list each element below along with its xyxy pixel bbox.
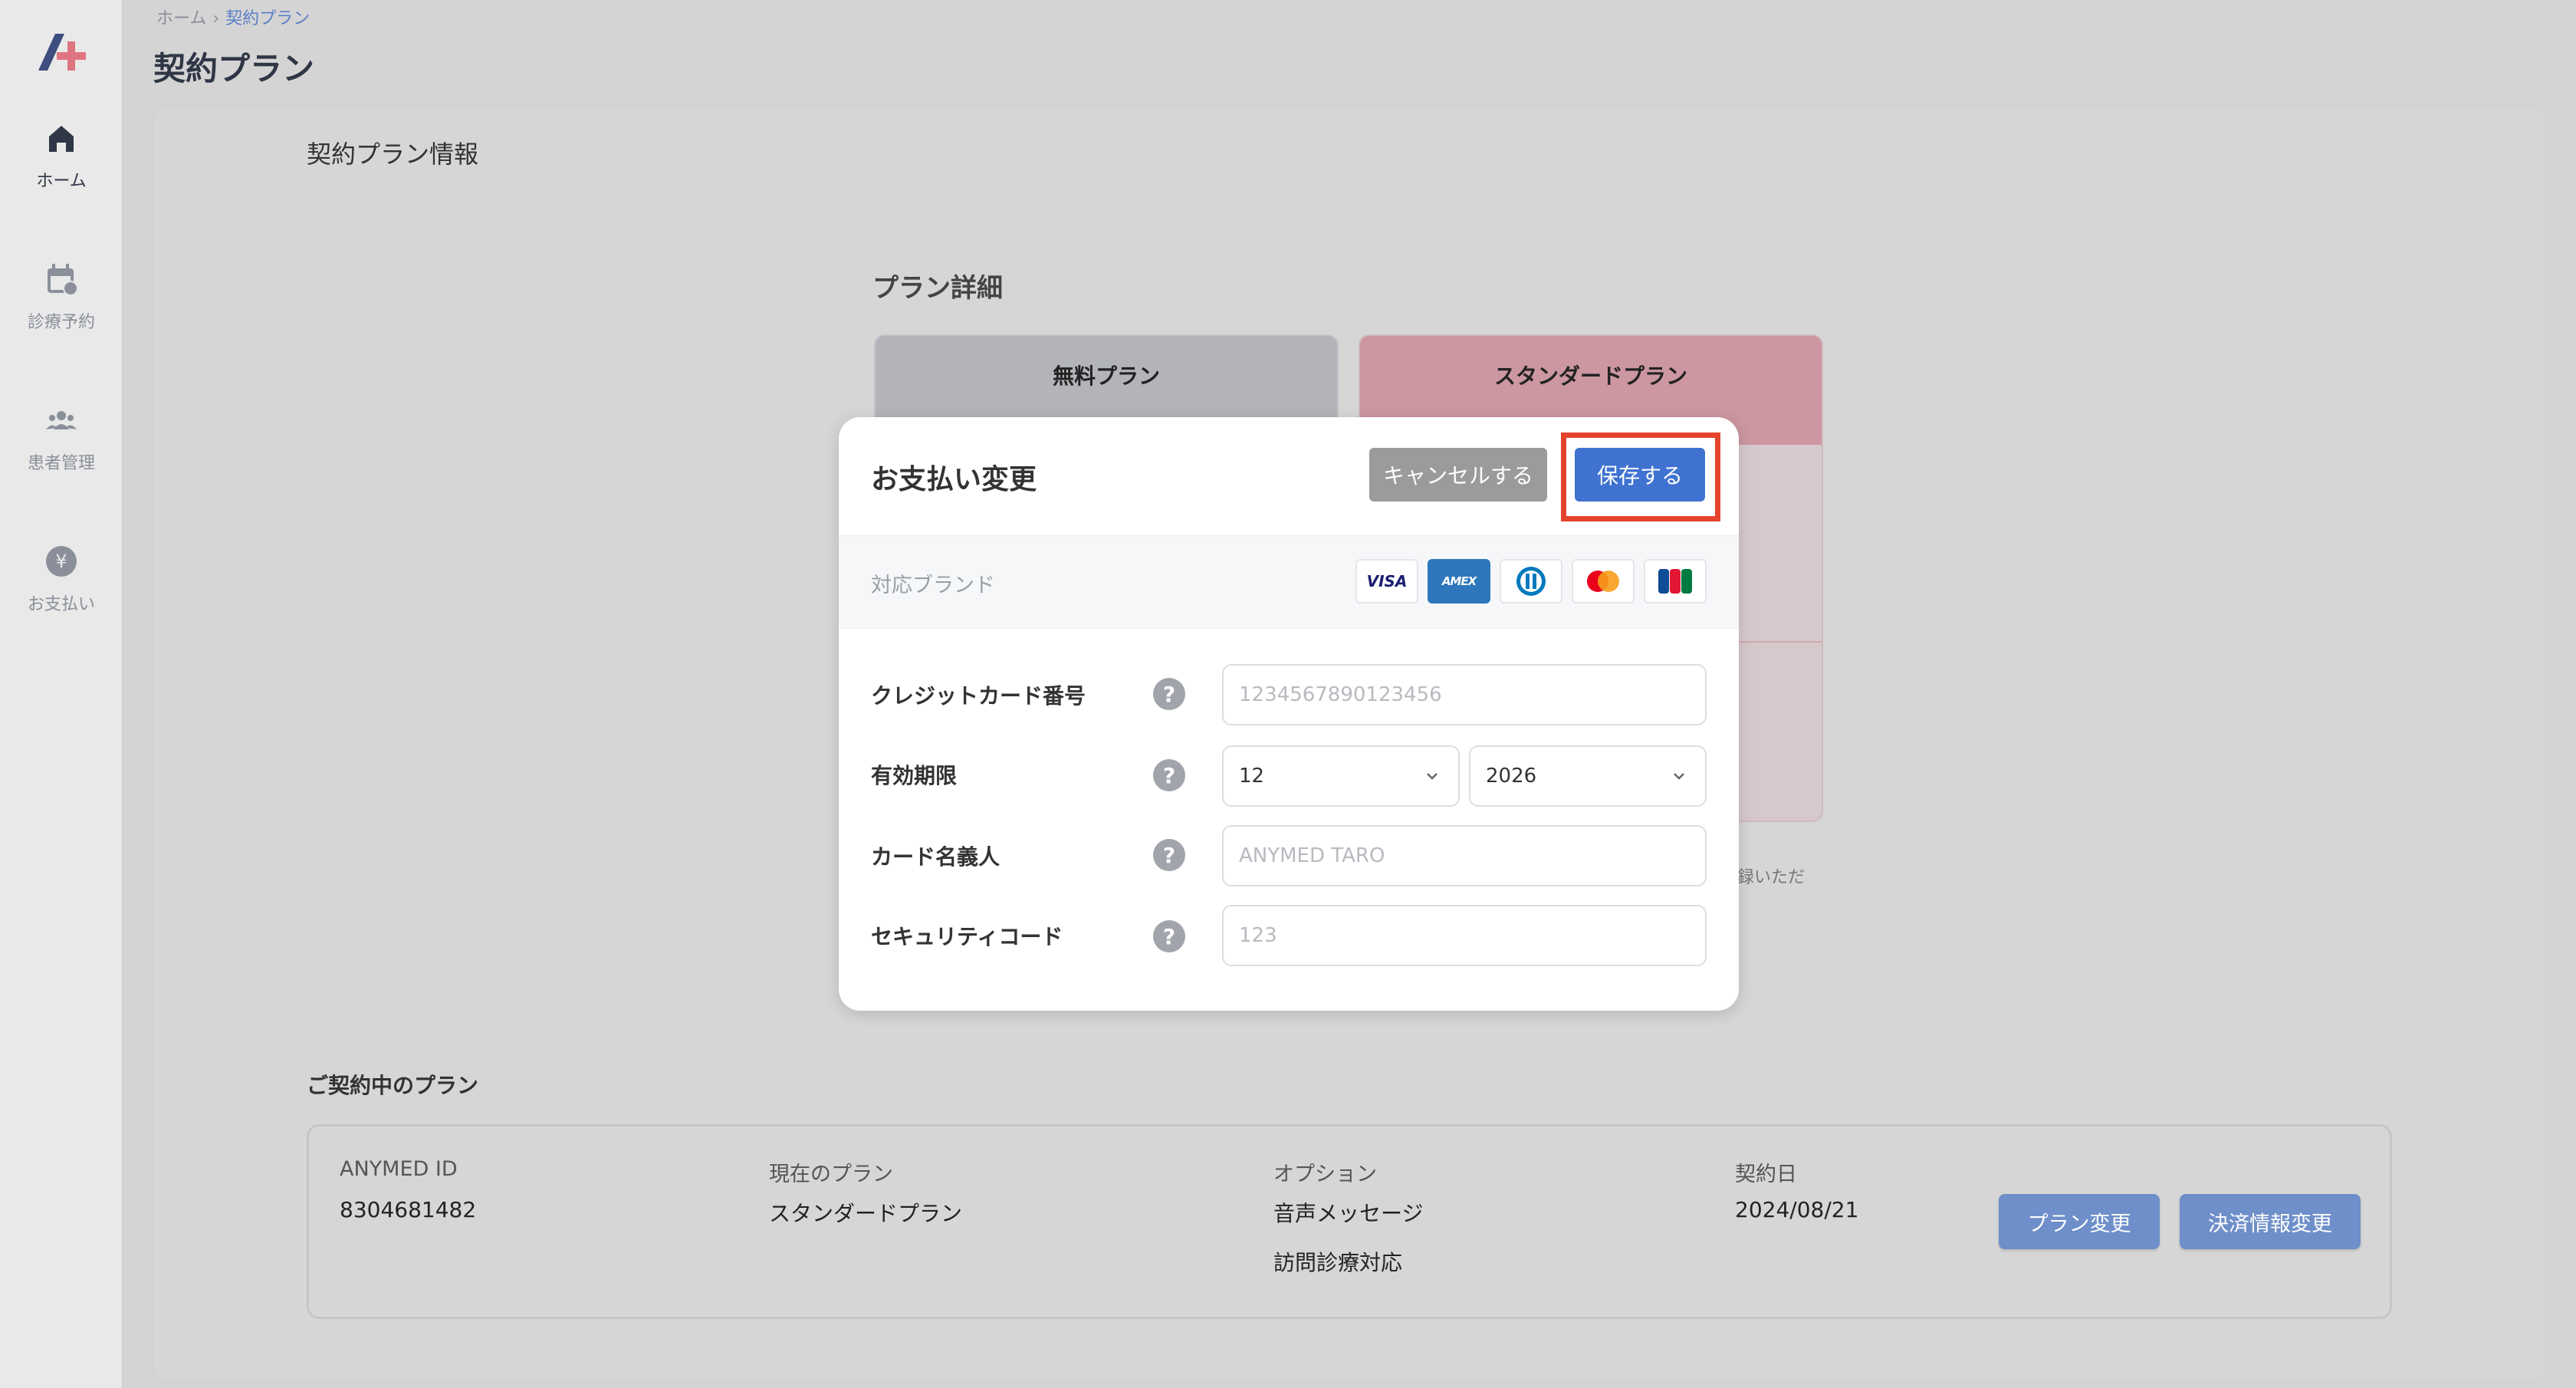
card-holder-input[interactable]: ANYMED TARO [1222, 825, 1707, 886]
anymed-id-label: ANYMED ID [340, 1157, 458, 1181]
breadcrumb-home[interactable]: ホーム [156, 9, 206, 28]
sidebar-item-label: 診療予約 [27, 313, 95, 332]
plan-detail-title: プラン詳細 [872, 273, 1003, 304]
modal-title: お支払い変更 [871, 464, 1037, 495]
change-plan-button[interactable]: プラン変更 [1999, 1194, 2160, 1249]
help-icon[interactable]: ? [1153, 839, 1185, 871]
amex-icon: AMEX [1428, 559, 1490, 604]
expiry-month-value: 12 [1239, 765, 1265, 788]
save-button[interactable]: 保存する [1575, 448, 1705, 502]
page-title: 契約プラン [153, 50, 315, 87]
jcb-icon [1644, 559, 1707, 604]
expiry-label: 有効期限 [871, 763, 958, 788]
brand-label: 対応ブランド [871, 574, 995, 597]
help-icon[interactable]: ? [1153, 678, 1185, 710]
contract-date-label: 契約日 [1735, 1163, 1797, 1186]
brand-row: 対応ブランド VISA AMEX [839, 535, 1739, 629]
mastercard-icon [1572, 559, 1635, 604]
plan-note: 録いただ [1737, 868, 1806, 887]
sidebar-item-reservations[interactable]: 診療予約 [0, 261, 123, 333]
help-icon[interactable]: ? [1153, 920, 1185, 952]
diners-icon [1500, 559, 1562, 604]
amex-logo-text: AMEX [1441, 574, 1477, 588]
option-value: 音声メッセージ [1273, 1201, 1424, 1226]
change-payment-button[interactable]: 決済情報変更 [2180, 1194, 2361, 1249]
sidebar-item-label: ホーム [36, 172, 87, 191]
expiry-month-select[interactable]: 12 [1222, 745, 1460, 807]
anymed-id-value: 8304681482 [340, 1197, 477, 1222]
current-plan-title: ご契約中のプラン [307, 1073, 479, 1098]
cancel-button[interactable]: キャンセルする [1369, 448, 1547, 502]
people-icon [46, 411, 77, 429]
visa-icon: VISA [1355, 559, 1418, 604]
visa-logo-text: VISA [1366, 572, 1408, 590]
card-number-label: クレジットカード番号 [871, 683, 1086, 709]
expiry-year-value: 2026 [1486, 765, 1537, 788]
option-label: オプション [1273, 1163, 1377, 1186]
sidebar-item-label: 患者管理 [27, 454, 95, 473]
contract-date-value: 2024/08/21 [1735, 1197, 1859, 1222]
section-title: 契約プラン情報 [307, 140, 479, 169]
help-icon[interactable]: ? [1153, 759, 1185, 791]
sidebar-item-label: お支払い [27, 595, 95, 614]
sidebar-item-home[interactable]: ホーム [0, 120, 123, 192]
security-code-label: セキュリティコード [871, 924, 1063, 949]
security-code-input[interactable]: 123 [1222, 905, 1707, 966]
app-logo[interactable] [34, 31, 87, 74]
card-holder-label: カード名義人 [871, 844, 1001, 870]
option-value: 訪問診療対応 [1273, 1250, 1403, 1275]
current-plan-value: スタンダードプラン [769, 1201, 963, 1226]
yen-icon: ¥ [46, 546, 77, 577]
breadcrumb: ホーム › 契約プラン [156, 5, 310, 29]
payment-change-modal: お支払い変更 キャンセルする 保存する 対応ブランド VISA AMEX クレジ… [839, 417, 1739, 1011]
home-icon [49, 126, 74, 152]
chevron-down-icon [1427, 773, 1438, 780]
sidebar-item-patients[interactable]: 患者管理 [0, 402, 123, 474]
expiry-year-select[interactable]: 2026 [1469, 745, 1707, 807]
breadcrumb-separator: › [212, 9, 220, 28]
current-plan-box: ANYMED ID 8304681482 現在のプラン スタンダードプラン オプ… [307, 1124, 2392, 1319]
chevron-down-icon [1674, 773, 1684, 780]
breadcrumb-current[interactable]: 契約プラン [225, 9, 310, 28]
brand-logos: VISA AMEX [1355, 559, 1707, 604]
current-plan-label: 現在のプラン [769, 1163, 893, 1186]
card-number-input[interactable]: 1234567890123456 [1222, 664, 1707, 725]
sidebar-item-payment[interactable]: ¥ お支払い [0, 543, 123, 615]
sidebar: ホーム 診療予約 患者管理 ¥ お支払い [0, 0, 123, 1388]
calendar-icon [48, 264, 78, 296]
svg-text:¥: ¥ [55, 551, 67, 572]
